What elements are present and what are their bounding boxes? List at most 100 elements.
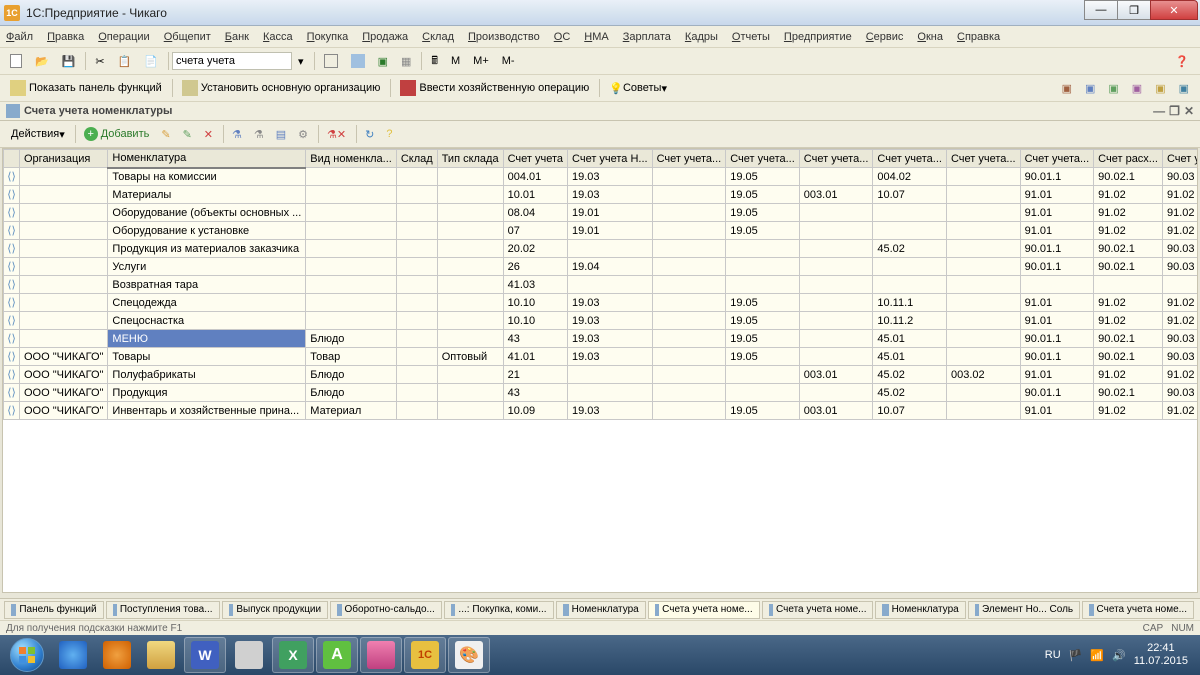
accounts-table[interactable]: ОрганизацияНоменклатураВид номенкла...Ск…	[3, 149, 1198, 420]
cell-account[interactable]: 19.03	[568, 294, 653, 312]
cell-org[interactable]: ООО "ЧИКАГО"	[20, 402, 108, 420]
cell-account[interactable]: 20.02	[503, 240, 567, 258]
cell-account[interactable]: 90.02.1	[1094, 240, 1163, 258]
cell-account[interactable]	[799, 168, 873, 186]
cell-account[interactable]	[652, 330, 726, 348]
cell-org[interactable]	[20, 258, 108, 276]
cell-nomenclature[interactable]: Спецодежда	[108, 294, 306, 312]
set-org-button[interactable]: Установить основную организацию	[176, 77, 387, 99]
cell-account[interactable]: 003.01	[799, 186, 873, 204]
table-row[interactable]: ⟨⟩Услуги2619.0490.01.190.02.190.03	[4, 258, 1199, 276]
sort-button[interactable]: ▤	[271, 124, 291, 144]
cell-account[interactable]	[652, 204, 726, 222]
cell-account[interactable]	[1094, 276, 1163, 294]
cell-account[interactable]: 45.02	[873, 240, 947, 258]
cell-account[interactable]: 43	[503, 384, 567, 402]
cell-account[interactable]	[652, 366, 726, 384]
cell-account[interactable]	[873, 222, 947, 240]
cell-nomenclature[interactable]: МЕНЮ	[108, 330, 306, 348]
cell-nomenclature[interactable]: Возвратная тара	[108, 276, 306, 294]
cell-account[interactable]: 90.01.1	[1020, 348, 1094, 366]
menu-item[interactable]: ОС	[554, 31, 571, 43]
cell-account[interactable]: 19.05	[726, 312, 800, 330]
taskbar-paint[interactable]: 🎨	[448, 637, 490, 673]
cell-type[interactable]: Блюдо	[306, 384, 397, 402]
tray-flag-icon[interactable]: 🏴	[1069, 649, 1083, 662]
cell-account[interactable]: 004.02	[873, 168, 947, 186]
mminus-button[interactable]: M-	[496, 50, 521, 72]
cell-org[interactable]: ООО "ЧИКАГО"	[20, 384, 108, 402]
cell-account[interactable]	[652, 186, 726, 204]
cell-nomenclature[interactable]: Спецоснастка	[108, 312, 306, 330]
cell-account[interactable]: 003.01	[799, 402, 873, 420]
column-header[interactable]: Счет учета...	[726, 150, 800, 168]
cell-warehouse[interactable]	[396, 258, 437, 276]
cell-account[interactable]	[799, 240, 873, 258]
cell-account[interactable]	[873, 204, 947, 222]
cell-nomenclature[interactable]: Товары на комиссии	[108, 168, 306, 186]
cell-warehouse[interactable]	[396, 276, 437, 294]
column-header[interactable]: Организация	[20, 150, 108, 168]
taskbar-app2[interactable]	[360, 637, 402, 673]
cell-type[interactable]: Блюдо	[306, 366, 397, 384]
cell-type[interactable]: Товар	[306, 348, 397, 366]
cell-account[interactable]	[726, 258, 800, 276]
cell-wh-type[interactable]	[437, 294, 503, 312]
window-tab[interactable]: Счета учета номе...	[762, 601, 874, 619]
cell-account[interactable]	[1020, 276, 1094, 294]
cell-account[interactable]	[652, 276, 726, 294]
cell-org[interactable]	[20, 312, 108, 330]
cell-org[interactable]	[20, 240, 108, 258]
table-row[interactable]: ⟨⟩ООО "ЧИКАГО"ТоварыТоварОптовый41.0119.…	[4, 348, 1199, 366]
cell-org[interactable]	[20, 276, 108, 294]
cell-account[interactable]: 91.02	[1094, 222, 1163, 240]
cell-account[interactable]: 10.11.2	[873, 312, 947, 330]
menu-item[interactable]: Сервис	[866, 31, 904, 43]
column-header[interactable]	[4, 150, 20, 168]
cell-warehouse[interactable]	[396, 384, 437, 402]
cell-account[interactable]: 19.04	[568, 258, 653, 276]
cell-account[interactable]	[652, 312, 726, 330]
cell-wh-type[interactable]	[437, 276, 503, 294]
cell-type[interactable]: Материал	[306, 402, 397, 420]
table-row[interactable]: ⟨⟩ООО "ЧИКАГО"ПолуфабрикатыБлюдо21003.01…	[4, 366, 1199, 384]
clear-filter-button[interactable]: ⚗✕	[322, 124, 351, 144]
cell-warehouse[interactable]	[396, 240, 437, 258]
menu-item[interactable]: Файл	[6, 31, 33, 43]
table-row[interactable]: ⟨⟩Товары на комиссии004.0119.0319.05004.…	[4, 168, 1199, 186]
tool-1[interactable]	[318, 50, 344, 72]
cell-account[interactable]: 45.01	[873, 348, 947, 366]
cell-type[interactable]	[306, 186, 397, 204]
window-tab[interactable]: Элемент Но... Соль	[968, 601, 1080, 619]
cell-account[interactable]: 19.05	[726, 294, 800, 312]
save-button[interactable]: 💾	[56, 50, 82, 72]
cell-warehouse[interactable]	[396, 222, 437, 240]
menu-item[interactable]: Зарплата	[623, 31, 671, 43]
cell-account[interactable]: 91.02	[1162, 204, 1198, 222]
cell-account[interactable]: 90.02.1	[1094, 330, 1163, 348]
cell-account[interactable]	[568, 276, 653, 294]
doc-close[interactable]: ✕	[1184, 104, 1194, 118]
show-panel-button[interactable]: Показать панель функций	[4, 77, 168, 99]
cell-nomenclature[interactable]: Оборудование к установке	[108, 222, 306, 240]
edit-button[interactable]: ✎	[178, 124, 197, 144]
cell-account[interactable]	[799, 330, 873, 348]
window-tab[interactable]: Оборотно-сальдо...	[330, 601, 442, 619]
ext-2[interactable]: ▣	[1079, 77, 1101, 99]
cell-account[interactable]: 45.01	[873, 330, 947, 348]
window-tab[interactable]: Счета учета номе...	[1082, 601, 1194, 619]
cell-account[interactable]	[946, 222, 1020, 240]
cell-nomenclature[interactable]: Материалы	[108, 186, 306, 204]
column-header[interactable]: Счет учета Н...	[568, 150, 653, 168]
cell-account[interactable]: 90.02.1	[1094, 258, 1163, 276]
cell-account[interactable]	[946, 186, 1020, 204]
menu-item[interactable]: Касса	[263, 31, 293, 43]
window-tab[interactable]: Выпуск продукции	[222, 601, 329, 619]
cell-account[interactable]	[726, 384, 800, 402]
column-header[interactable]: Счет учета	[503, 150, 567, 168]
window-tab[interactable]: Номенклатура	[875, 601, 965, 619]
cell-warehouse[interactable]	[396, 330, 437, 348]
cell-org[interactable]	[20, 186, 108, 204]
cell-account[interactable]	[652, 258, 726, 276]
cell-org[interactable]: ООО "ЧИКАГО"	[20, 348, 108, 366]
